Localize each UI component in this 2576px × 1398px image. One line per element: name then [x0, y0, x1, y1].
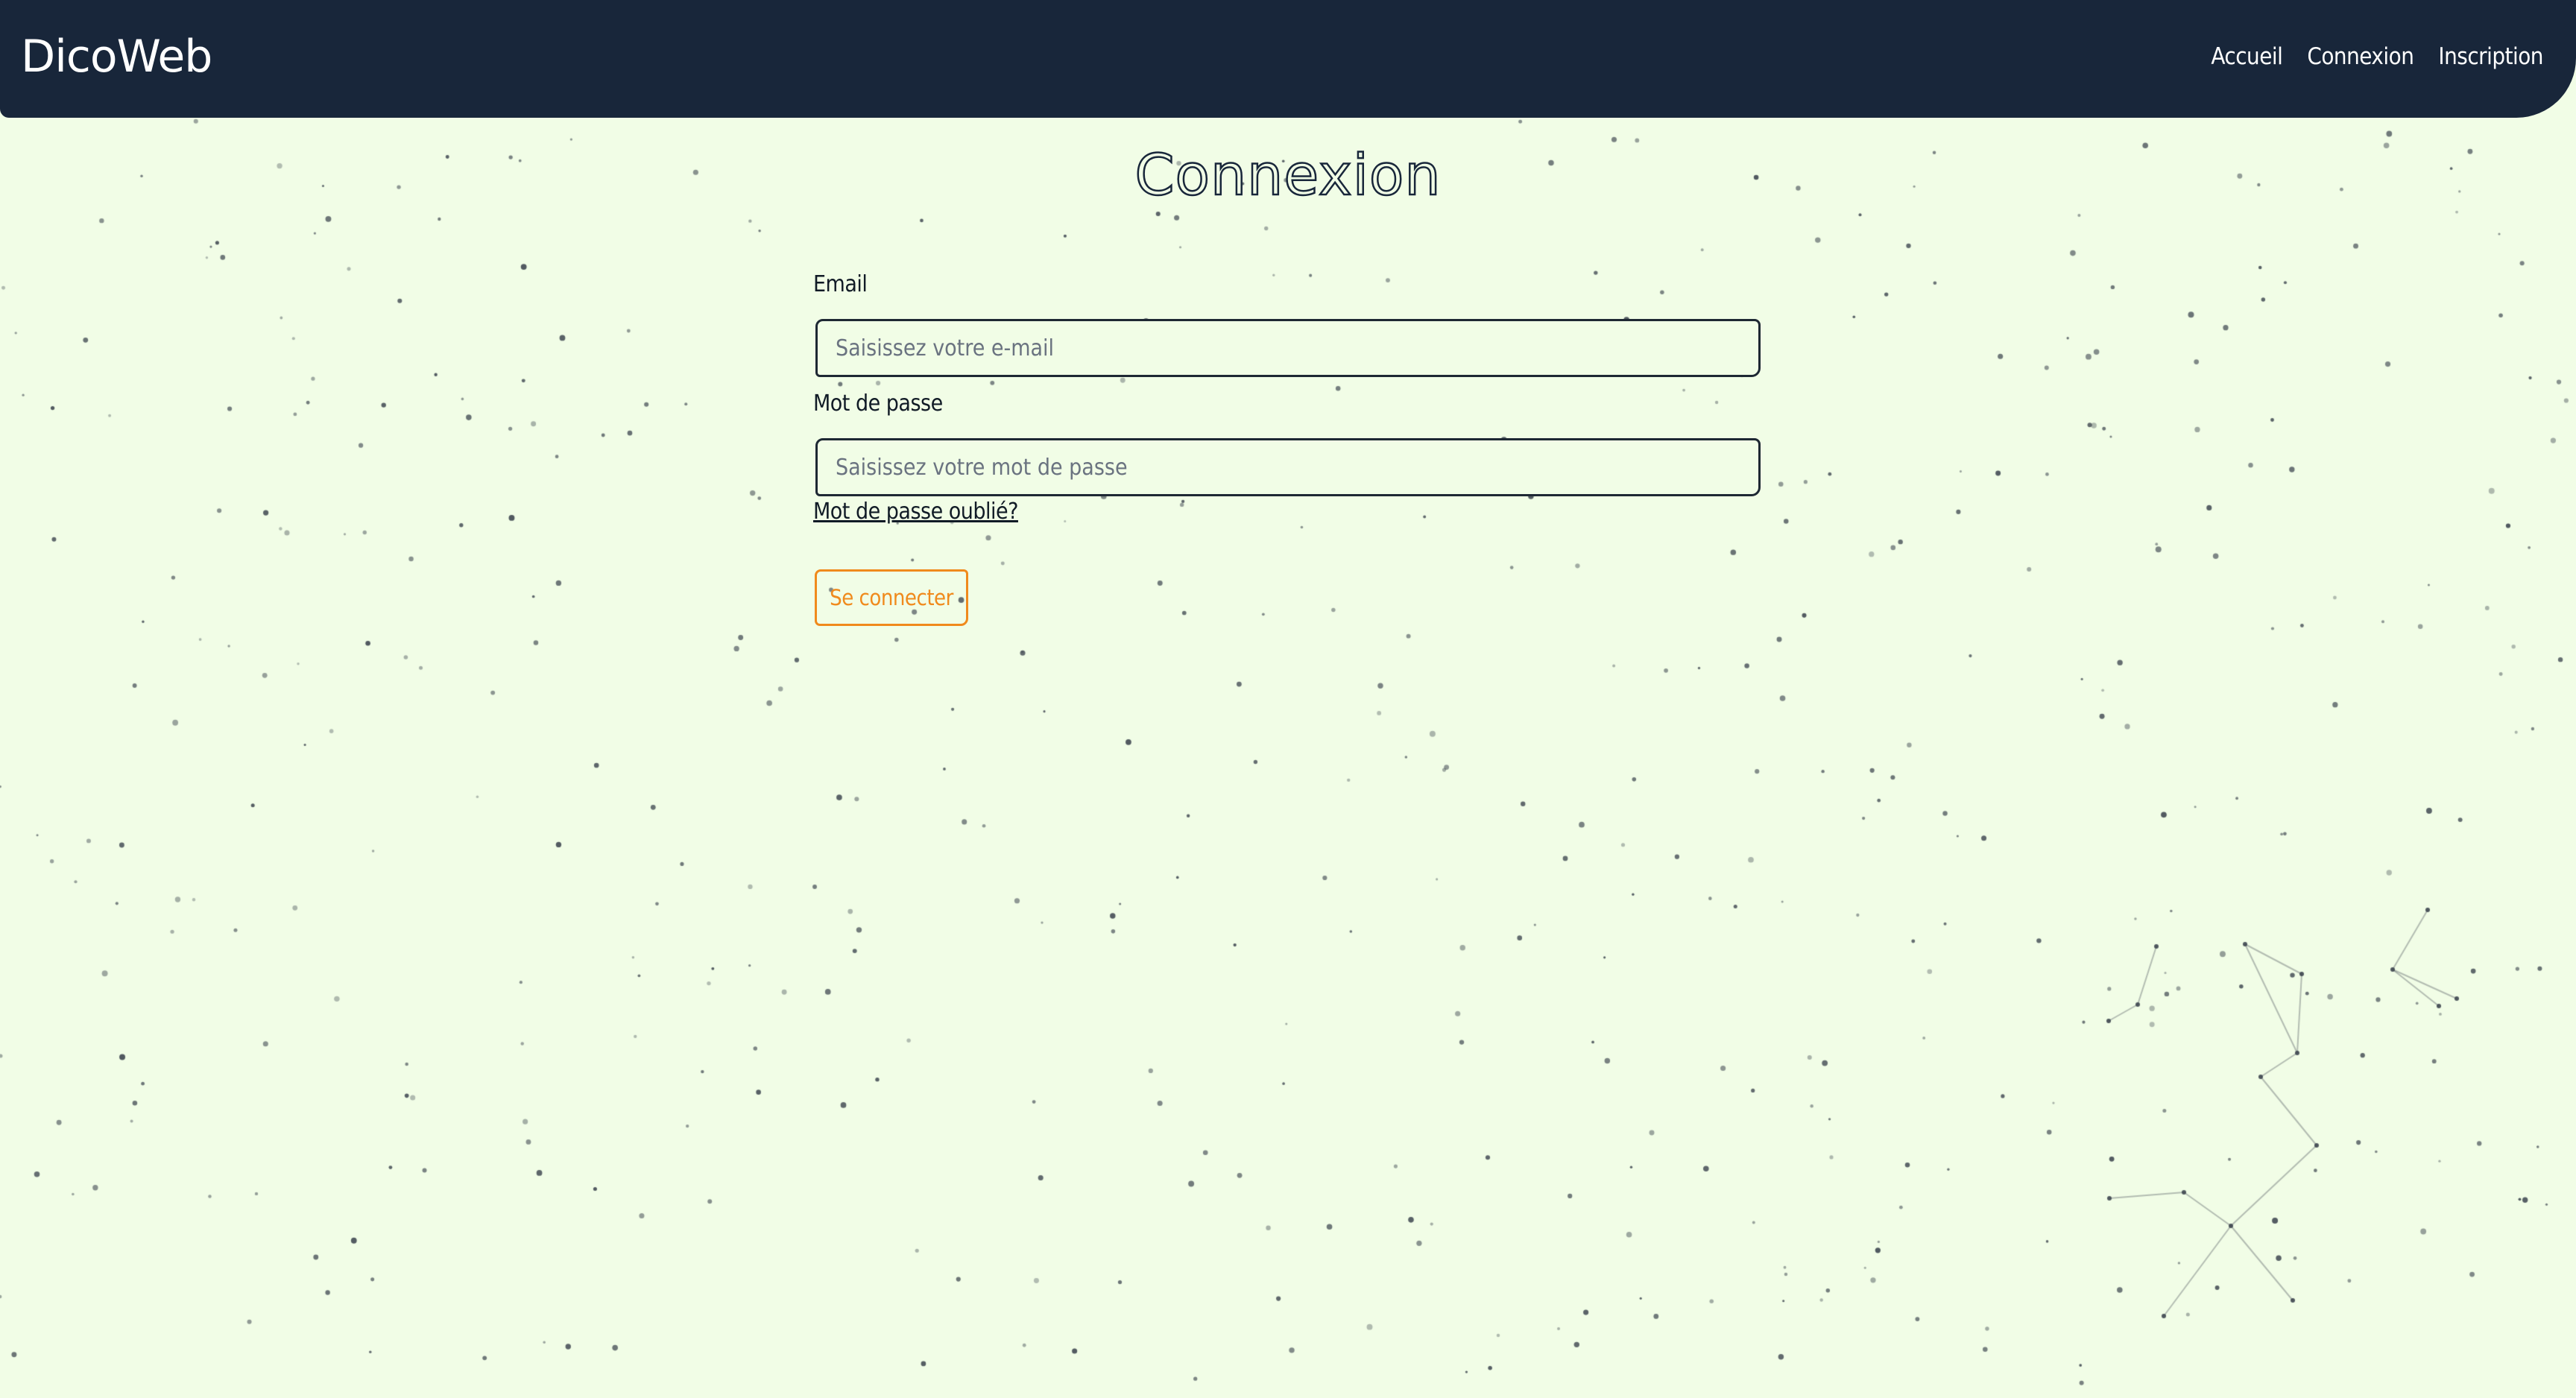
brand-logo[interactable]: DicoWeb	[21, 28, 212, 85]
email-label: Email	[813, 271, 868, 297]
nav-link-accueil[interactable]: Accueil	[2211, 40, 2283, 73]
password-label: Mot de passe	[813, 390, 943, 417]
page-title: Connexion	[1134, 141, 1442, 209]
nav-link-inscription[interactable]: Inscription	[2438, 40, 2543, 73]
login-button[interactable]: Se connecter	[815, 569, 968, 626]
email-field[interactable]	[815, 319, 1761, 377]
forgot-password-link[interactable]: Mot de passe oublié?	[813, 497, 1018, 527]
password-field[interactable]	[815, 438, 1761, 496]
navbar: DicoWeb Accueil Connexion Inscription	[0, 0, 2576, 118]
nav-link-connexion[interactable]: Connexion	[2307, 40, 2414, 73]
nav-links: Accueil Connexion Inscription	[2211, 40, 2543, 73]
